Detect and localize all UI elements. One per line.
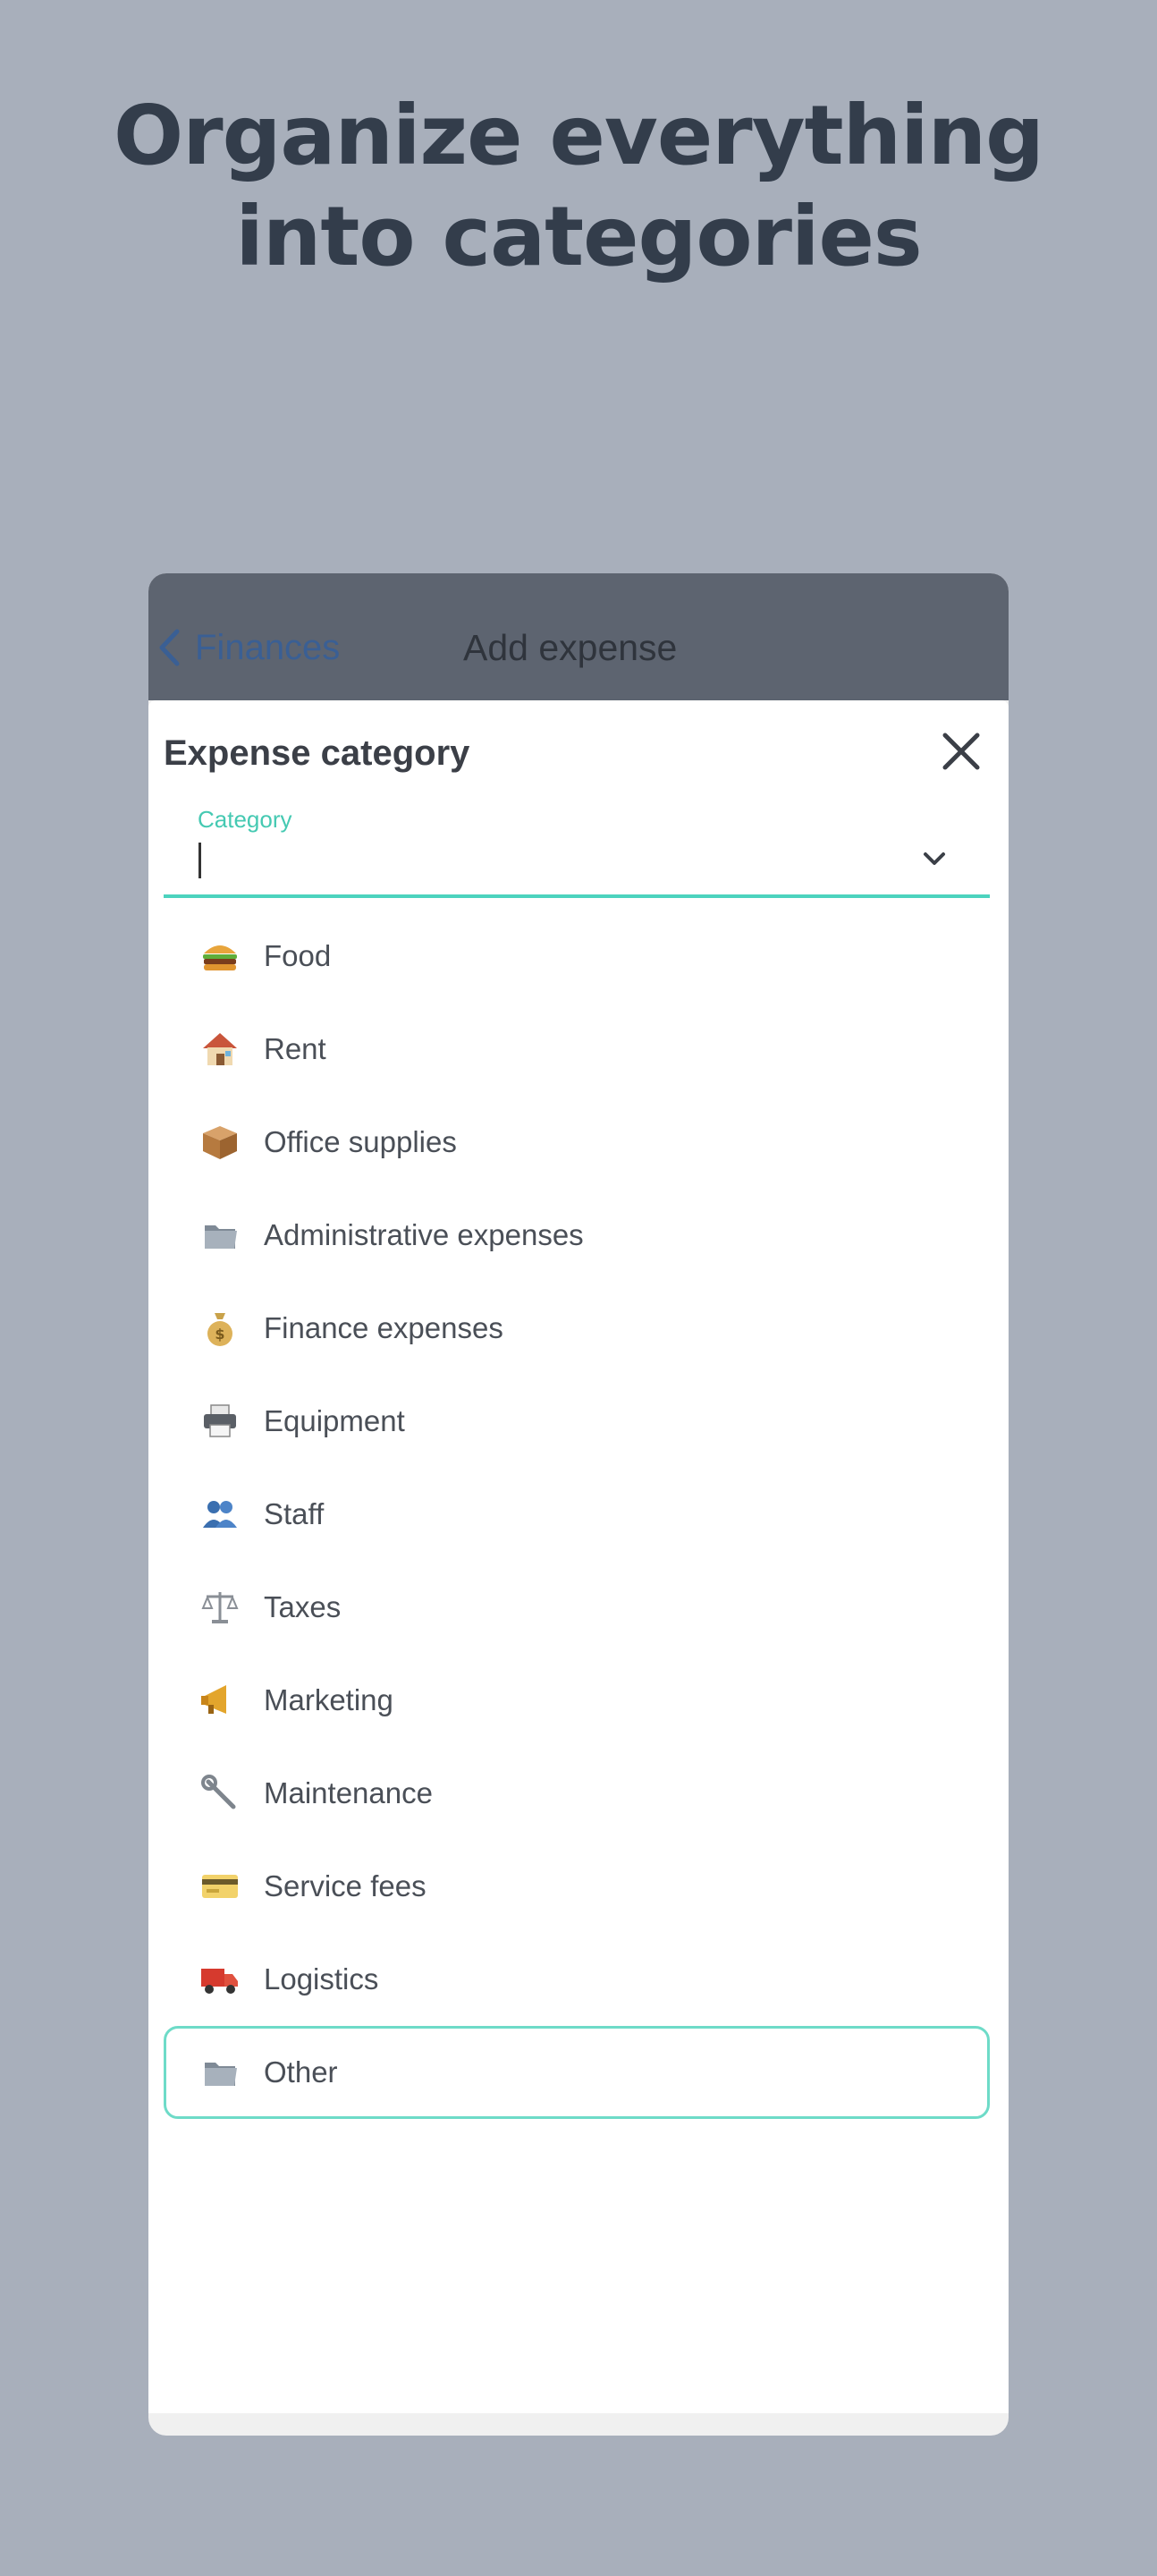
close-button[interactable]	[939, 731, 984, 775]
phone-screen: Finances Add expense Expense category Ca…	[148, 573, 1009, 2436]
promo-headline-line-1: Organize everything	[114, 88, 1044, 183]
category-option[interactable]: Marketing	[164, 1654, 990, 1747]
category-list: Food Rent Office supplies Administrative ex…	[164, 910, 990, 2119]
category-option[interactable]: Taxes	[164, 1561, 990, 1654]
people-icon	[198, 1492, 242, 1537]
money-bag-icon: $	[198, 1306, 242, 1351]
category-option-label: Other	[264, 2055, 338, 2089]
promo-headline-line-2: into categories	[235, 189, 922, 284]
credit-card-icon	[198, 1864, 242, 1909]
category-option-label: Administrative expenses	[264, 1218, 584, 1251]
category-option-label: Maintenance	[264, 1776, 433, 1809]
category-option[interactable]: $ Finance expenses	[164, 1282, 990, 1375]
dropdown-toggle[interactable]	[916, 843, 952, 878]
sheet-title: Expense category	[164, 733, 470, 773]
folder-icon	[198, 1213, 242, 1258]
back-button[interactable]: Finances	[156, 625, 340, 670]
category-option[interactable]: Service fees	[164, 1840, 990, 1933]
megaphone-icon	[198, 1678, 242, 1723]
category-option-label: Staff	[264, 1497, 325, 1530]
category-option-label: Taxes	[264, 1590, 342, 1623]
package-icon	[198, 1120, 242, 1165]
category-option[interactable]: Logistics	[164, 1933, 990, 2026]
category-option-label: Finance expenses	[264, 1311, 503, 1344]
category-input[interactable]	[198, 841, 895, 880]
scales-icon	[198, 1585, 242, 1630]
category-option[interactable]: Staff	[164, 1468, 990, 1561]
close-icon	[941, 731, 982, 776]
category-field: Category	[164, 789, 990, 898]
category-option-label: Office supplies	[264, 1125, 457, 1158]
category-option-label: Marketing	[264, 1683, 393, 1716]
text-caret	[198, 843, 201, 878]
burger-icon	[198, 934, 242, 979]
category-field-label: Category	[198, 806, 292, 833]
chevron-left-icon	[156, 627, 182, 668]
category-sheet: Expense category Category Food Rent Offi…	[148, 700, 1009, 2413]
svg-text:$: $	[215, 1326, 224, 1343]
app-header: Finances Add expense	[148, 573, 1009, 700]
category-option-label: Food	[264, 939, 332, 972]
folder-icon	[198, 2050, 242, 2095]
category-option[interactable]: Administrative expenses	[164, 1189, 990, 1282]
category-option[interactable]: Other	[164, 2026, 990, 2119]
back-button-label: Finances	[195, 627, 341, 667]
category-option[interactable]: Maintenance	[164, 1747, 990, 1840]
category-option-label: Service fees	[264, 1869, 426, 1902]
category-option[interactable]: Equipment	[164, 1375, 990, 1468]
category-option-label: Rent	[264, 1032, 326, 1065]
printer-icon	[198, 1399, 242, 1444]
category-option-label: Equipment	[264, 1404, 405, 1437]
house-icon	[198, 1027, 242, 1072]
category-option[interactable]: Food	[164, 910, 990, 1003]
promo-headline: Organize everything into categories	[0, 85, 1157, 287]
screen-title: Add expense	[463, 626, 678, 668]
category-option-label: Logistics	[264, 1962, 379, 1996]
category-option[interactable]: Rent	[164, 1003, 990, 1096]
truck-icon	[198, 1957, 242, 2002]
wrench-icon	[198, 1771, 242, 1816]
category-option[interactable]: Office supplies	[164, 1096, 990, 1189]
chevron-down-icon	[922, 851, 947, 871]
